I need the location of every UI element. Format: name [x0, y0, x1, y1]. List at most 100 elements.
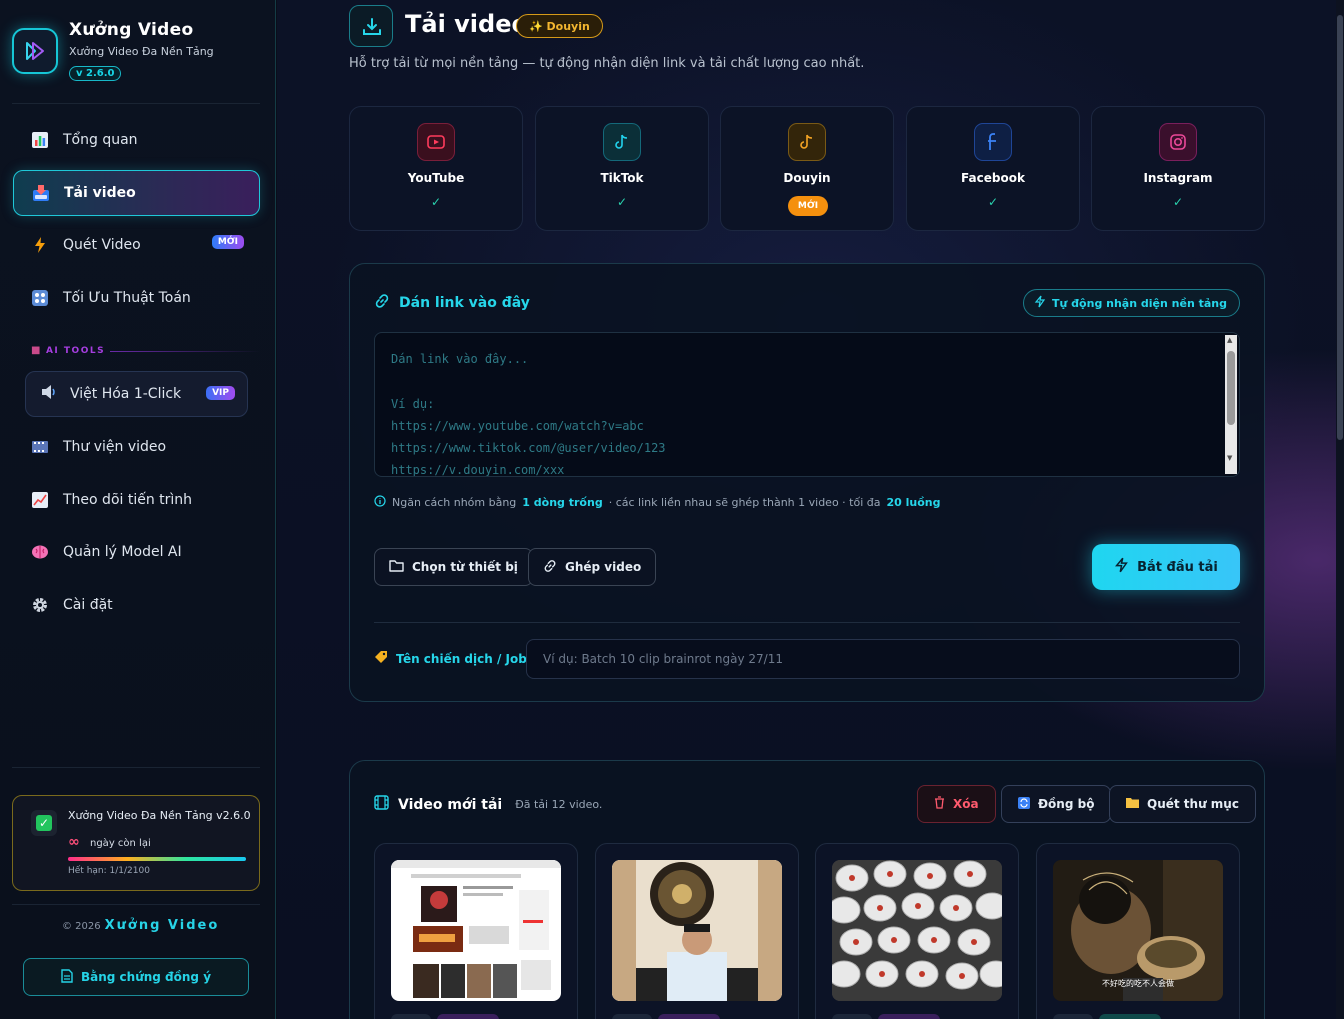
instagram-icon	[1159, 123, 1197, 161]
tag-icon	[374, 650, 388, 667]
days-remaining-label: ngày còn lại	[90, 838, 151, 849]
document-icon	[61, 968, 73, 986]
sidebar-item-label: Quét Video	[63, 237, 141, 253]
download-inbox-icon	[32, 184, 50, 202]
section-divider	[110, 351, 260, 352]
version-badge: v 2.6.0	[69, 66, 122, 81]
delete-button[interactable]: Xóa	[917, 785, 996, 823]
page-scrollbar[interactable]	[1336, 0, 1344, 1019]
license-progress-bar	[68, 857, 246, 861]
divider	[12, 904, 260, 905]
video-card[interactable]	[815, 843, 1019, 1019]
robot-icon: ■	[31, 345, 42, 356]
trash-icon	[934, 796, 945, 812]
scrollbar-thumb[interactable]	[1227, 351, 1235, 425]
sidebar-item-label: Thư viện video	[63, 439, 167, 455]
film-icon	[374, 795, 389, 814]
info-icon	[374, 495, 386, 510]
brand-subtitle: Xưởng Video Đa Nền Tảng	[69, 45, 214, 58]
job-name-input[interactable]	[526, 639, 1240, 679]
video-thumbnail[interactable]	[832, 860, 1002, 1001]
sidebar-item-download[interactable]: Tải video	[13, 170, 260, 216]
video-thumbnail[interactable]: 不好吃的吃不人会做	[1053, 860, 1223, 1001]
sidebar: Xưởng Video Xưởng Video Đa Nền Tảng v 2.…	[0, 0, 276, 1019]
sync-button[interactable]: Đồng bộ	[1001, 785, 1112, 823]
lightning-icon	[1114, 557, 1129, 577]
recent-videos-title: Video mới tải Đã tải 12 video.	[374, 795, 602, 814]
link-textarea[interactable]: Dán link vào đây... Ví dụ: https://www.y…	[374, 332, 1240, 477]
lightning-icon	[1034, 295, 1046, 311]
video-tags	[832, 1014, 940, 1019]
license-card: ✓ Xưởng Video Đa Nền Tảng v2.6.0 ∞ ngày …	[12, 795, 260, 891]
choose-from-device-button[interactable]: Chọn từ thiết bị	[374, 548, 533, 586]
video-caption: 不好吃的吃不人会做	[1102, 979, 1174, 988]
grid-icon	[31, 289, 49, 307]
brain-icon	[31, 543, 49, 561]
check-icon: ✓	[430, 195, 442, 209]
platform-card-facebook[interactable]: Facebook ✓	[906, 106, 1080, 231]
merge-video-button[interactable]: Ghép video	[528, 548, 657, 586]
sidebar-item-label: Tổng quan	[63, 132, 138, 148]
resize-handle-icon[interactable]	[1225, 462, 1237, 474]
video-thumbnail[interactable]	[391, 860, 561, 1001]
license-title: Xưởng Video Đa Nền Tảng v2.6.0	[68, 809, 251, 822]
page-scrollbar-thumb[interactable]	[1337, 15, 1343, 440]
sidebar-item-model-ai[interactable]: Quản lý Model AI	[13, 529, 260, 575]
sidebar-item-overview[interactable]: Tổng quan	[13, 117, 260, 163]
download-icon	[349, 5, 393, 47]
infinity-icon: ∞	[68, 834, 80, 850]
trend-chart-icon	[31, 491, 49, 509]
video-thumbnail[interactable]	[612, 860, 782, 1001]
platform-card-douyin[interactable]: Douyin MỚI	[720, 106, 894, 231]
sidebar-item-label: Cài đặt	[63, 597, 113, 613]
sidebar-item-label: Việt Hóa 1-Click	[70, 386, 182, 402]
lightning-icon	[31, 236, 49, 254]
main-content: Tải video ✨ Douyin Hỗ trợ tải từ mọi nền…	[277, 0, 1336, 1019]
video-card[interactable]	[595, 843, 799, 1019]
brand-title: Xưởng Video	[69, 20, 194, 40]
app-logo-icon	[12, 28, 58, 74]
link-icon	[543, 559, 557, 576]
sidebar-item-label: Quản lý Model AI	[63, 544, 182, 560]
platform-name: Facebook	[961, 171, 1025, 185]
page-subtitle: Hỗ trợ tải từ mọi nền tảng — tự động nhậ…	[349, 56, 865, 71]
check-icon: ✓	[1172, 195, 1184, 209]
bar-chart-icon	[31, 131, 49, 149]
link-icon	[374, 293, 390, 313]
check-icon: ✓	[31, 810, 57, 836]
job-name-label: Tên chiến dịch / Job	[374, 650, 527, 667]
speaker-icon	[40, 383, 58, 405]
check-icon: ✓	[987, 195, 999, 209]
video-card[interactable]	[374, 843, 578, 1019]
start-download-button[interactable]: Bắt đầu tải	[1092, 544, 1240, 590]
platform-name: TikTok	[600, 171, 644, 185]
video-card[interactable]: 不好吃的吃不人会做	[1036, 843, 1240, 1019]
sidebar-item-video-library[interactable]: Thư viện video	[13, 424, 260, 470]
consent-proof-button[interactable]: Bằng chứng đồng ý	[23, 958, 249, 996]
copyright: © 2026 Xưởng Video	[62, 918, 220, 933]
platform-card-tiktok[interactable]: TikTok ✓	[535, 106, 709, 231]
sidebar-item-label: Tối Ưu Thuật Toán	[63, 290, 191, 306]
sidebar-item-settings[interactable]: Cài đặt	[13, 582, 260, 628]
auto-detect-toggle[interactable]: Tự động nhận diện nền tảng	[1023, 289, 1240, 317]
recent-videos-card: Video mới tải Đã tải 12 video. Xóa Đồng …	[349, 760, 1265, 1019]
scan-folder-button[interactable]: Quét thư mục	[1109, 785, 1256, 823]
platform-card-instagram[interactable]: Instagram ✓	[1091, 106, 1265, 231]
sidebar-item-scan-video[interactable]: Quét Video MỚI	[13, 222, 260, 268]
gear-icon	[31, 596, 49, 614]
tiktok-icon	[603, 123, 641, 161]
textarea-scrollbar[interactable]: ▲ ▼	[1225, 335, 1237, 463]
sidebar-item-progress-tracking[interactable]: Theo dõi tiến trình	[13, 477, 260, 523]
new-badge: MỚI	[788, 196, 828, 216]
video-count: Đã tải 12 video.	[515, 798, 603, 811]
sync-icon	[1018, 796, 1030, 812]
scroll-down-icon[interactable]: ▼	[1227, 454, 1232, 462]
paste-hint: Ngăn cách nhóm bằng 1 dòng trống · các l…	[374, 495, 941, 510]
platform-card-youtube[interactable]: YouTube ✓	[349, 106, 523, 231]
sidebar-item-optimize-algorithm[interactable]: Tối Ưu Thuật Toán	[13, 275, 260, 321]
video-tags	[1053, 1014, 1161, 1019]
platform-name: Douyin	[783, 171, 831, 185]
sidebar-item-viet-hoa[interactable]: Việt Hóa 1-Click VIP	[25, 371, 248, 417]
douyin-pill: ✨ Douyin	[516, 14, 603, 38]
scroll-up-icon[interactable]: ▲	[1227, 336, 1232, 344]
